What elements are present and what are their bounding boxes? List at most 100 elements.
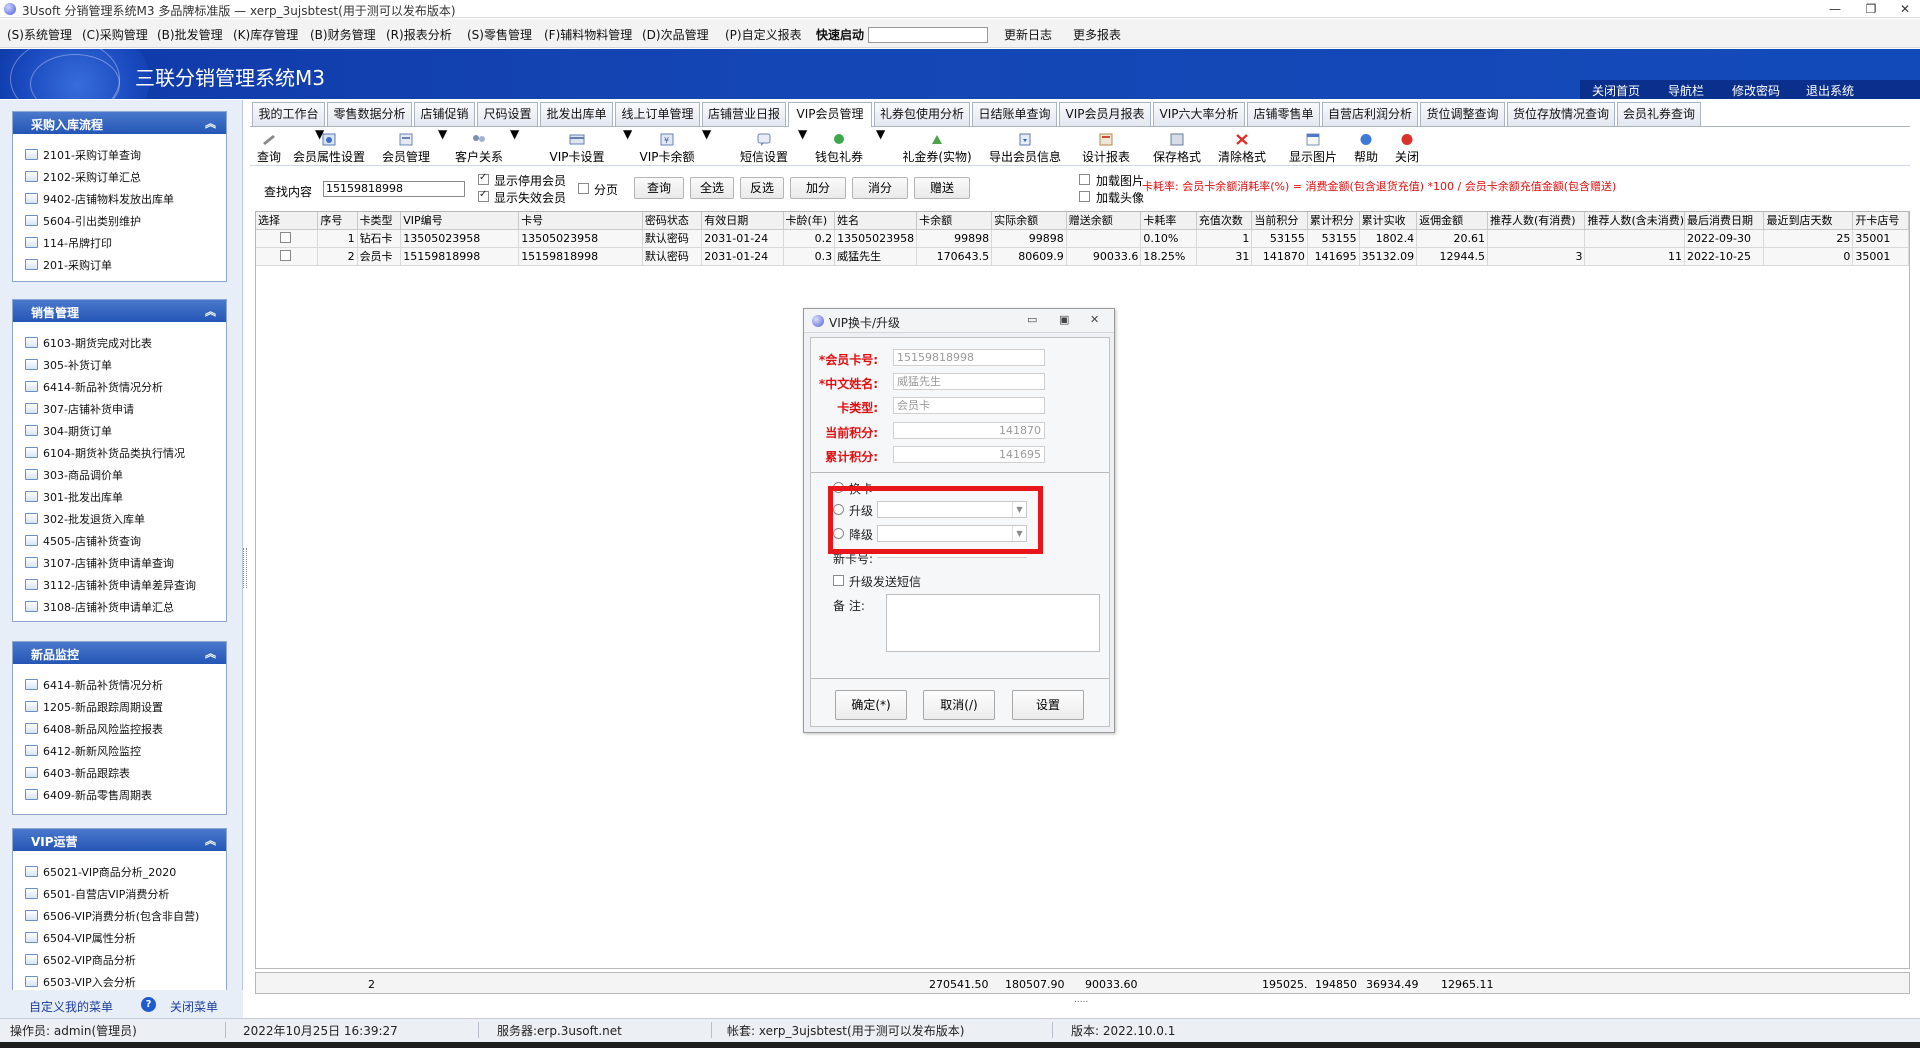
resize-grip[interactable]: ..... [1074,995,1088,1005]
member-management-button[interactable]: 会员管理 [377,127,435,167]
sidebar-item[interactable]: 2102-采购订单汇总 [25,169,141,185]
close-tab-button[interactable]: 关闭 [1390,127,1424,167]
sidebar-item[interactable]: 301-批发出库单 [25,489,123,505]
current-points-field[interactable]: 141870 [893,422,1045,439]
member-attr-settings-button[interactable]: 会员属性设置 [290,127,368,167]
panel-header[interactable]: 采购入库流程 ︽ [13,112,226,134]
paging-checkbox[interactable] [578,183,589,194]
col-referrals-all[interactable]: 推荐人数(含未消费) [1584,212,1686,230]
tab-workspace[interactable]: 我的工作台 [252,102,325,126]
dropdown-arrow-icon[interactable]: ▼ [510,127,519,167]
tab-vip-management[interactable]: VIP会员管理 [788,102,872,127]
dialog-maximize-button[interactable]: ▣ [1059,313,1069,326]
menu-wholesale[interactable]: (B)批发管理 [157,26,223,43]
dropdown-arrow-icon[interactable]: ▼ [702,127,711,167]
col-card-age[interactable]: 卡龄(年) [783,212,836,230]
sidebar-item[interactable]: 305-补货订单 [25,357,112,373]
sidebar-item[interactable]: 6103-期货完成对比表 [25,335,152,351]
cancel-button[interactable]: 取消(/) [923,690,995,720]
load-image-checkbox[interactable] [1079,174,1090,185]
collapse-icon[interactable]: ︽ [205,645,216,661]
col-days-since-visit[interactable]: 最近到店天数 [1763,212,1854,230]
help-button[interactable]: 帮助 [1349,127,1383,167]
tab-retail-order[interactable]: 店铺零售单 [1247,102,1320,126]
sidebar-item[interactable]: 9402-店铺物料发放出库单 [25,191,174,207]
close-window-button[interactable]: ✕ [1892,1,1918,17]
sidebar-item[interactable]: 6409-新品零售周期表 [25,787,152,803]
col-referrals-active[interactable]: 推荐人数(有消费) [1487,212,1586,230]
menu-materials[interactable]: (F)辅料物料管理 [544,26,632,43]
tab-size-settings[interactable]: 尺码设置 [477,102,538,126]
search-query-button[interactable]: 查询 [634,177,684,199]
panel-header[interactable]: 销售管理 ︽ [13,300,226,322]
menu-purchase[interactable]: (C)采购管理 [82,26,148,43]
gift-button[interactable]: 赠送 [914,177,970,199]
show-image-button[interactable]: 显示图片 [1284,127,1342,167]
col-last-purchase[interactable]: 最后消费日期 [1684,212,1765,230]
tab-daily-settlement[interactable]: 日结账单查询 [972,102,1057,126]
more-reports-link[interactable]: 更多报表 [1073,26,1121,43]
sidebar-item[interactable]: 1205-新品跟踪周期设置 [25,699,163,715]
dropdown-arrow-icon[interactable]: ▼ [438,127,447,167]
sidebar-item[interactable]: 5604-引出类别维护 [25,213,141,229]
panel-header[interactable]: VIP运营 ︽ [13,829,226,851]
col-card-balance[interactable]: 卡余额 [916,212,993,230]
sidebar-item[interactable]: 303-商品调价单 [25,467,123,483]
col-password-status[interactable]: 密码状态 [642,212,703,230]
tab-online-orders[interactable]: 线上订单管理 [615,102,700,126]
table-row[interactable]: 2 会员卡 15159818998 15159818998 默认密码 2031-… [256,247,1909,266]
custom-menu-link[interactable]: 自定义我的菜单 [29,998,113,1015]
menu-defects[interactable]: (D)次品管理 [642,26,709,43]
deduct-points-button[interactable]: 消分 [852,177,908,199]
change-password-link[interactable]: 修改密码 [1732,82,1780,99]
menu-retail[interactable]: (S)零售管理 [467,26,532,43]
clear-format-button[interactable]: 清除格式 [1213,127,1271,167]
sidebar-item[interactable]: 4505-店铺补货查询 [25,533,141,549]
col-card-type[interactable]: 卡类型 [357,212,402,230]
tab-location-adjust[interactable]: 货位调整查询 [1420,102,1505,126]
col-gift-balance[interactable]: 赠送余额 [1066,212,1142,230]
invert-selection-button[interactable]: 反选 [740,177,784,199]
menu-inventory[interactable]: (K)库存管理 [233,26,298,43]
tab-vip-six-rates[interactable]: VIP六大率分析 [1153,102,1245,126]
wallet-coupon-button[interactable]: 钱包礼券 [810,127,868,167]
vip-balance-button[interactable]: ¥ VIP卡余额 [635,127,699,167]
collapse-icon[interactable]: ︽ [205,115,216,131]
sidebar-item[interactable]: 6412-新新风险监控 [25,743,141,759]
collapse-icon[interactable]: ︽ [205,832,216,848]
help-icon[interactable]: ? [141,997,156,1012]
card-no-field[interactable]: 15159818998 [893,349,1045,366]
sidebar-item[interactable]: 6408-新品风险监控报表 [25,721,163,737]
update-log-link[interactable]: 更新日志 [1004,26,1052,43]
show-invalid-checkbox[interactable] [478,189,489,202]
sidebar-item[interactable]: 6506-VIP消费分析(包含非自营) [25,908,199,924]
row-select-cell[interactable] [256,229,319,248]
tab-retail-analysis[interactable]: 零售数据分析 [327,102,412,126]
col-rebate[interactable]: 返佣金额 [1416,212,1488,230]
sidebar-item[interactable]: 304-期货订单 [25,423,112,439]
settings-button[interactable]: 设置 [1012,690,1084,720]
query-button[interactable]: 查询 [252,127,286,167]
dialog-close-button[interactable]: ✕ [1090,313,1099,326]
sidebar-item[interactable]: 302-批发退货入库单 [25,511,145,527]
menu-reports[interactable]: (R)报表分析 [386,26,452,43]
sidebar-item[interactable]: 65021-VIP商品分析_2020 [25,864,176,880]
menu-custom-reports[interactable]: (P)自定义报表 [725,26,802,43]
send-sms-checkbox[interactable] [833,575,844,586]
col-recharge-count[interactable]: 充值次数 [1196,212,1253,230]
quick-launch-input[interactable] [868,27,988,43]
col-vip-no[interactable]: VIP编号 [400,212,520,230]
sidebar-item[interactable]: 6414-新品补货情况分析 [25,677,163,693]
col-index[interactable]: 序号 [317,212,358,230]
tab-vip-monthly[interactable]: VIP会员月报表 [1059,102,1151,126]
col-open-store[interactable]: 开卡店号 [1852,212,1909,230]
panel-header[interactable]: 新品监控 ︽ [13,642,226,664]
row-select-cell[interactable] [256,247,319,266]
exit-system-link[interactable]: 退出系统 [1806,82,1854,99]
col-current-points[interactable]: 当前积分 [1251,212,1308,230]
add-points-button[interactable]: 加分 [790,177,846,199]
table-row[interactable]: 1 钻石卡 13505023958 13505023958 默认密码 2031-… [256,229,1909,248]
col-total-received[interactable]: 累计实收 [1359,212,1418,230]
sidebar-item[interactable]: 2101-采购订单查询 [25,147,141,163]
tab-profit-analysis[interactable]: 自营店利润分析 [1322,102,1418,126]
